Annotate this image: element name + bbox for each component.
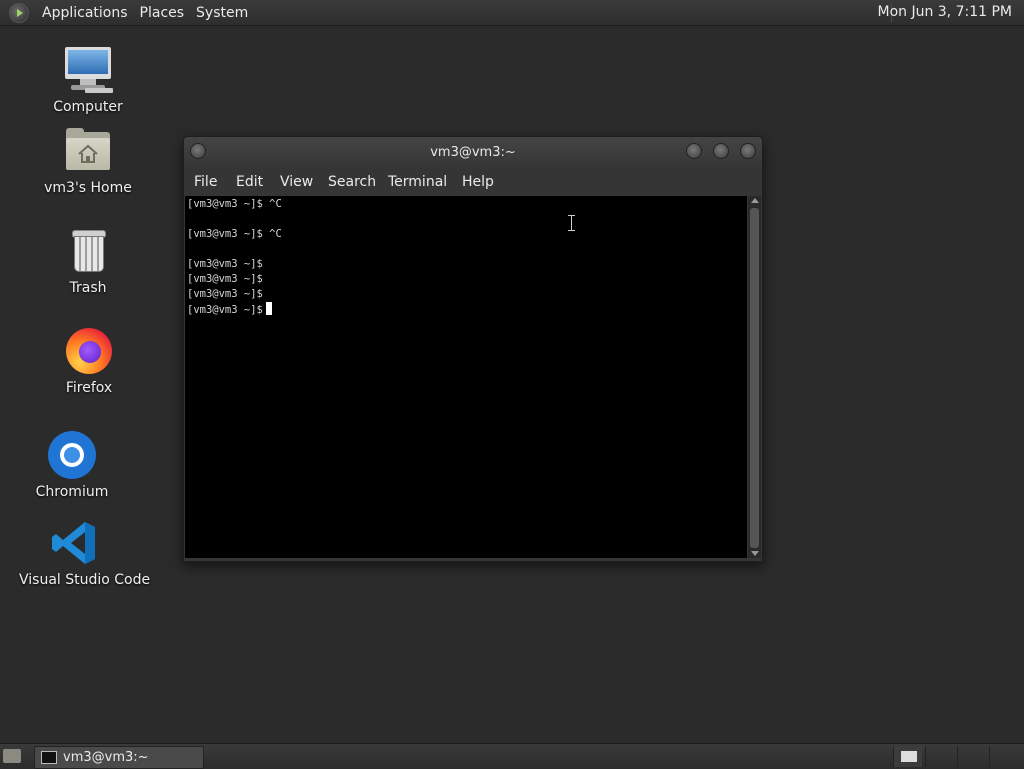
terminal-prompt-line: [vm3@vm3 ~]$: [187, 302, 272, 318]
home-folder-icon: [63, 126, 113, 176]
maximize-button[interactable]: [713, 143, 729, 159]
desktop-icon-label: Computer: [53, 99, 123, 115]
menu-terminal[interactable]: Terminal: [388, 174, 447, 190]
workspace-4[interactable]: [989, 746, 1018, 767]
vscode-icon: [49, 518, 99, 568]
desktop-icon-computer[interactable]: Computer: [33, 45, 143, 115]
desktop-icon-vscode[interactable]: Visual Studio Code: [19, 518, 151, 588]
mate-logo-icon[interactable]: [9, 2, 29, 23]
menu-system[interactable]: System: [190, 5, 254, 21]
terminal-window[interactable]: vm3@vm3:~ File Edit View Search Terminal…: [183, 136, 763, 562]
window-titlebar[interactable]: vm3@vm3:~: [184, 137, 762, 168]
terminal-line: [vm3@vm3 ~]$: [187, 258, 263, 270]
workspace-1[interactable]: [893, 746, 922, 767]
top-panel: Applications Places System Mon Jun 3, 7:…: [0, 0, 1024, 26]
menu-search[interactable]: Search: [328, 174, 376, 190]
trash-icon: [63, 226, 113, 276]
chromium-icon: [47, 430, 97, 480]
terminal-line: [vm3@vm3 ~]$ ^C: [187, 228, 282, 240]
desktop-icon-label: Chromium: [35, 484, 109, 500]
desktop-icon-trash[interactable]: Trash: [33, 226, 143, 296]
workspace-window-thumbnail: [901, 751, 917, 762]
menu-file[interactable]: File: [194, 174, 217, 190]
desktop-icon-firefox[interactable]: Firefox: [34, 326, 144, 396]
desktop-icon-label: Firefox: [65, 380, 113, 396]
terminal-icon: [41, 751, 57, 764]
menu-applications[interactable]: Applications: [36, 5, 134, 21]
taskbar-label: vm3@vm3:~: [63, 750, 149, 765]
computer-icon: [63, 45, 113, 95]
terminal-line: [vm3@vm3 ~]$: [187, 304, 263, 316]
scroll-down-arrow-icon[interactable]: [751, 551, 759, 556]
workspace-3[interactable]: [957, 746, 986, 767]
firefox-icon: [64, 326, 114, 376]
text-cursor: [265, 302, 272, 315]
bottom-panel: vm3@vm3:~: [0, 743, 1024, 769]
desktop-icon-chromium[interactable]: Chromium: [17, 430, 127, 500]
window-title: vm3@vm3:~: [430, 145, 516, 160]
scroll-thumb[interactable]: [750, 208, 759, 548]
terminal-menubar: File Edit View Search Terminal Help: [184, 169, 762, 195]
show-desktop-icon[interactable]: [3, 749, 21, 763]
desktop-icon-label: Trash: [69, 280, 107, 296]
menu-edit[interactable]: Edit: [236, 174, 263, 190]
desktop-icon-home[interactable]: vm3's Home: [33, 126, 143, 196]
taskbar-button-terminal[interactable]: vm3@vm3:~: [34, 746, 204, 769]
terminal-line: [vm3@vm3 ~]$ ^C: [187, 198, 282, 210]
menu-view[interactable]: View: [280, 174, 313, 190]
workspace-2[interactable]: [925, 746, 954, 767]
scroll-up-arrow-icon[interactable]: [751, 198, 759, 203]
ibeam-cursor-icon: [568, 215, 575, 231]
menu-places[interactable]: Places: [134, 5, 191, 21]
menu-help[interactable]: Help: [462, 174, 494, 190]
desktop-icon-label: Visual Studio Code: [19, 572, 151, 588]
terminal-line: [vm3@vm3 ~]$: [187, 273, 263, 285]
clock[interactable]: Mon Jun 3, 7:11 PM: [877, 4, 1012, 20]
minimize-button[interactable]: [686, 143, 702, 159]
close-button[interactable]: [740, 143, 756, 159]
desktop-icon-label: vm3's Home: [44, 180, 132, 196]
terminal-line: [vm3@vm3 ~]$: [187, 288, 263, 300]
terminal-output[interactable]: [vm3@vm3 ~]$ ^C [vm3@vm3 ~]$ ^C [vm3@vm3…: [185, 196, 747, 558]
terminal-scrollbar[interactable]: [748, 196, 761, 558]
